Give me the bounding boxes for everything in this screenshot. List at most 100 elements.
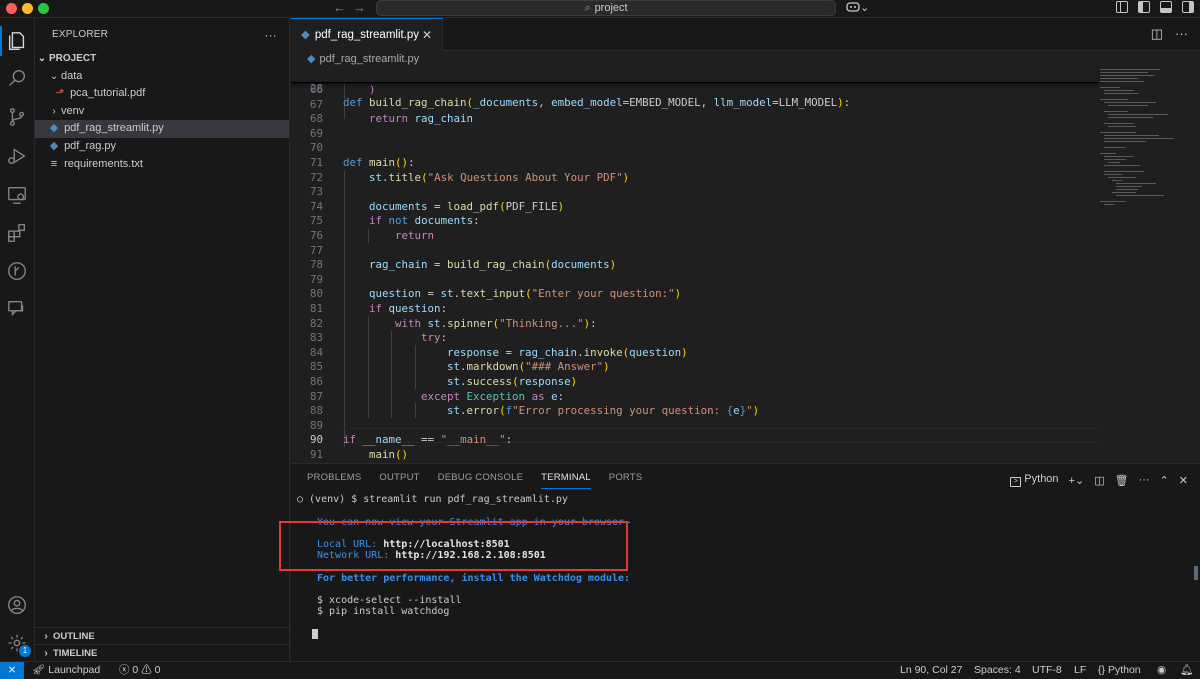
launchpad-item[interactable]: 🚀︎ Launchpad [32, 662, 100, 679]
explorer-icon[interactable] [0, 26, 28, 56]
terminal-shell-selector[interactable]: > Python [1010, 473, 1059, 487]
tab-ports[interactable]: PORTS [609, 472, 643, 489]
tree-item-venv[interactable]: › venv [35, 103, 289, 121]
warning-icon: ⚠ [141, 664, 152, 676]
settings-badge: 1 [19, 645, 31, 657]
command-center-search[interactable]: ⌕ project [376, 0, 836, 16]
maximize-window-button[interactable] [38, 3, 49, 14]
settings-gear-icon[interactable]: 1 [6, 632, 31, 657]
explorer-title: EXPLORER [52, 29, 109, 40]
copilot-status-icon[interactable]: ◉ [1157, 662, 1166, 679]
code-line: except Exception as e: [421, 389, 565, 403]
line-number: 71 [309, 156, 323, 169]
toggle-secondary-sidebar-icon[interactable] [1182, 1, 1194, 13]
close-panel-icon[interactable]: ✕ [1179, 474, 1188, 487]
line-number: 78 [309, 258, 323, 272]
new-terminal-icon[interactable]: +⌄ [1069, 474, 1085, 487]
run-debug-icon[interactable] [6, 145, 28, 167]
error-icon: ⓧ [119, 664, 130, 676]
tree-item-data[interactable]: ⌄ data [35, 68, 289, 86]
split-terminal-icon[interactable]: ◫ [1094, 474, 1104, 487]
language-mode[interactable]: {} Python [1098, 662, 1141, 679]
line-number: 70 [309, 141, 323, 155]
cursor-position[interactable]: Ln 90, Col 27 [900, 662, 962, 679]
tree-item-requirements[interactable]: ≡ requirements.txt [35, 156, 289, 174]
python-file-icon: ◆ [301, 29, 310, 41]
tree-item-pdf-rag-streamlit[interactable]: ◆ pdf_rag_streamlit.py [35, 120, 289, 138]
maximize-panel-icon[interactable]: ⌃ [1160, 474, 1169, 487]
line-number: 91 [309, 448, 323, 461]
trash-icon[interactable]: 🗑 [1115, 474, 1129, 487]
code-line: response = rag_chain.invoke(question) [447, 345, 688, 359]
project-folder-header[interactable]: ⌄ PROJECT [35, 50, 289, 68]
encoding-indicator[interactable]: UTF-8 [1032, 662, 1062, 679]
tab-problems[interactable]: PROBLEMS [307, 472, 361, 489]
tab-terminal[interactable]: TERMINAL [541, 472, 591, 489]
outline-section[interactable]: › OUTLINE [35, 627, 290, 645]
more-actions-icon[interactable]: ··· [1175, 26, 1188, 42]
gitlens-icon[interactable] [6, 260, 28, 282]
tab-label: pdf_rag_streamlit.py [314, 29, 420, 41]
terminal-command-line: ○ (venv) $ streamlit run pdf_rag_streaml… [297, 494, 568, 505]
source-control-icon[interactable] [6, 106, 28, 128]
code-line: question = st.text_input("Enter your que… [369, 287, 682, 301]
more-actions-icon[interactable]: ··· [1139, 474, 1150, 486]
timeline-label: TIMELINE [53, 648, 98, 659]
copilot-menu[interactable]: ⌄ [846, 1, 869, 14]
breadcrumb[interactable]: ◆ pdf_rag_streamlit.py [291, 51, 1200, 67]
remote-indicator-icon[interactable]: ⨯ [0, 662, 24, 679]
eol-indicator[interactable]: LF [1074, 662, 1086, 679]
explorer-header: EXPLORER ··· [35, 18, 289, 50]
code-line: st.error(f"Error processing your questio… [447, 404, 760, 418]
tree-item-pdf-rag[interactable]: ◆ pdf_rag.py [35, 138, 289, 156]
code-line: def build_rag_chain(_documents, embed_mo… [343, 96, 851, 110]
activity-bar: 1 [0, 18, 35, 661]
toggle-primary-sidebar-icon[interactable] [1138, 1, 1150, 13]
toggle-panel-icon[interactable] [1160, 1, 1172, 13]
more-actions-icon[interactable]: ··· [264, 18, 277, 52]
tree-item-pca-tutorial[interactable]: ⬏ pca_tutorial.pdf [35, 85, 289, 103]
problems-indicator[interactable]: ⓧ 0 ⚠ 0 [119, 662, 160, 679]
close-window-button[interactable] [6, 3, 17, 14]
search-icon[interactable] [6, 67, 28, 89]
terminal-scrollbar[interactable] [1194, 566, 1198, 580]
python-file-icon: ◆ [49, 139, 59, 152]
tab-debug-console[interactable]: DEBUG CONSOLE [438, 472, 523, 489]
chevron-right-icon: › [52, 105, 56, 117]
forward-arrow-icon[interactable]: → [353, 0, 366, 16]
minimap[interactable] [1098, 67, 1188, 227]
line-number: 81 [309, 302, 323, 315]
chat-icon[interactable] [6, 298, 28, 320]
line-number: 82 [309, 316, 323, 330]
indentation-indicator[interactable]: Spaces: 4 [974, 662, 1021, 679]
tree-item-label: data [61, 69, 83, 82]
customize-layout-icon[interactable] [1116, 1, 1128, 13]
copilot-caret-icon: ⌄ [860, 2, 870, 14]
accounts-icon[interactable] [6, 594, 28, 616]
terminal-icon: > [1010, 477, 1022, 487]
terminal-cmd-line: $ pip install watchdog [317, 606, 450, 617]
back-arrow-icon[interactable]: ← [333, 0, 346, 16]
rocket-icon: 🚀︎ [32, 664, 46, 676]
pdf-file-icon: ⬏ [55, 87, 65, 100]
remote-explorer-icon[interactable] [6, 184, 28, 206]
line-number: 75 [309, 214, 323, 228]
tab-output[interactable]: OUTPUT [379, 472, 419, 489]
notifications-bell-icon[interactable]: 🔔︎ [1180, 662, 1193, 679]
tree-item-label: venv [61, 104, 85, 117]
minimize-window-button[interactable] [22, 3, 33, 14]
extensions-icon[interactable] [6, 222, 28, 244]
terminal-perf-message: For better performance, install the Watc… [317, 573, 631, 584]
text-file-icon: ≡ [50, 157, 58, 170]
copilot-icon [846, 2, 860, 12]
line-number: 73 [309, 185, 323, 199]
timeline-section[interactable]: › TIMELINE [35, 644, 290, 662]
split-editor-icon[interactable]: ◫ [1151, 26, 1163, 42]
title-bar: ← → ⌕ project ⌄ [0, 0, 1200, 18]
code-editor[interactable]: 28 def build_rag_chain(_documents, embed… [291, 67, 1200, 463]
sticky-scroll-line[interactable]: 28 def build_rag_chain(_documents, embed… [291, 67, 1098, 109]
launchpad-label: Launchpad [48, 664, 101, 676]
code-line: if __name__ == "__main__": [343, 433, 513, 447]
close-tab-icon[interactable]: ✕ [422, 19, 432, 52]
tab-pdf-rag-streamlit[interactable]: ◆ pdf_rag_streamlit.py ✕ [291, 18, 443, 51]
